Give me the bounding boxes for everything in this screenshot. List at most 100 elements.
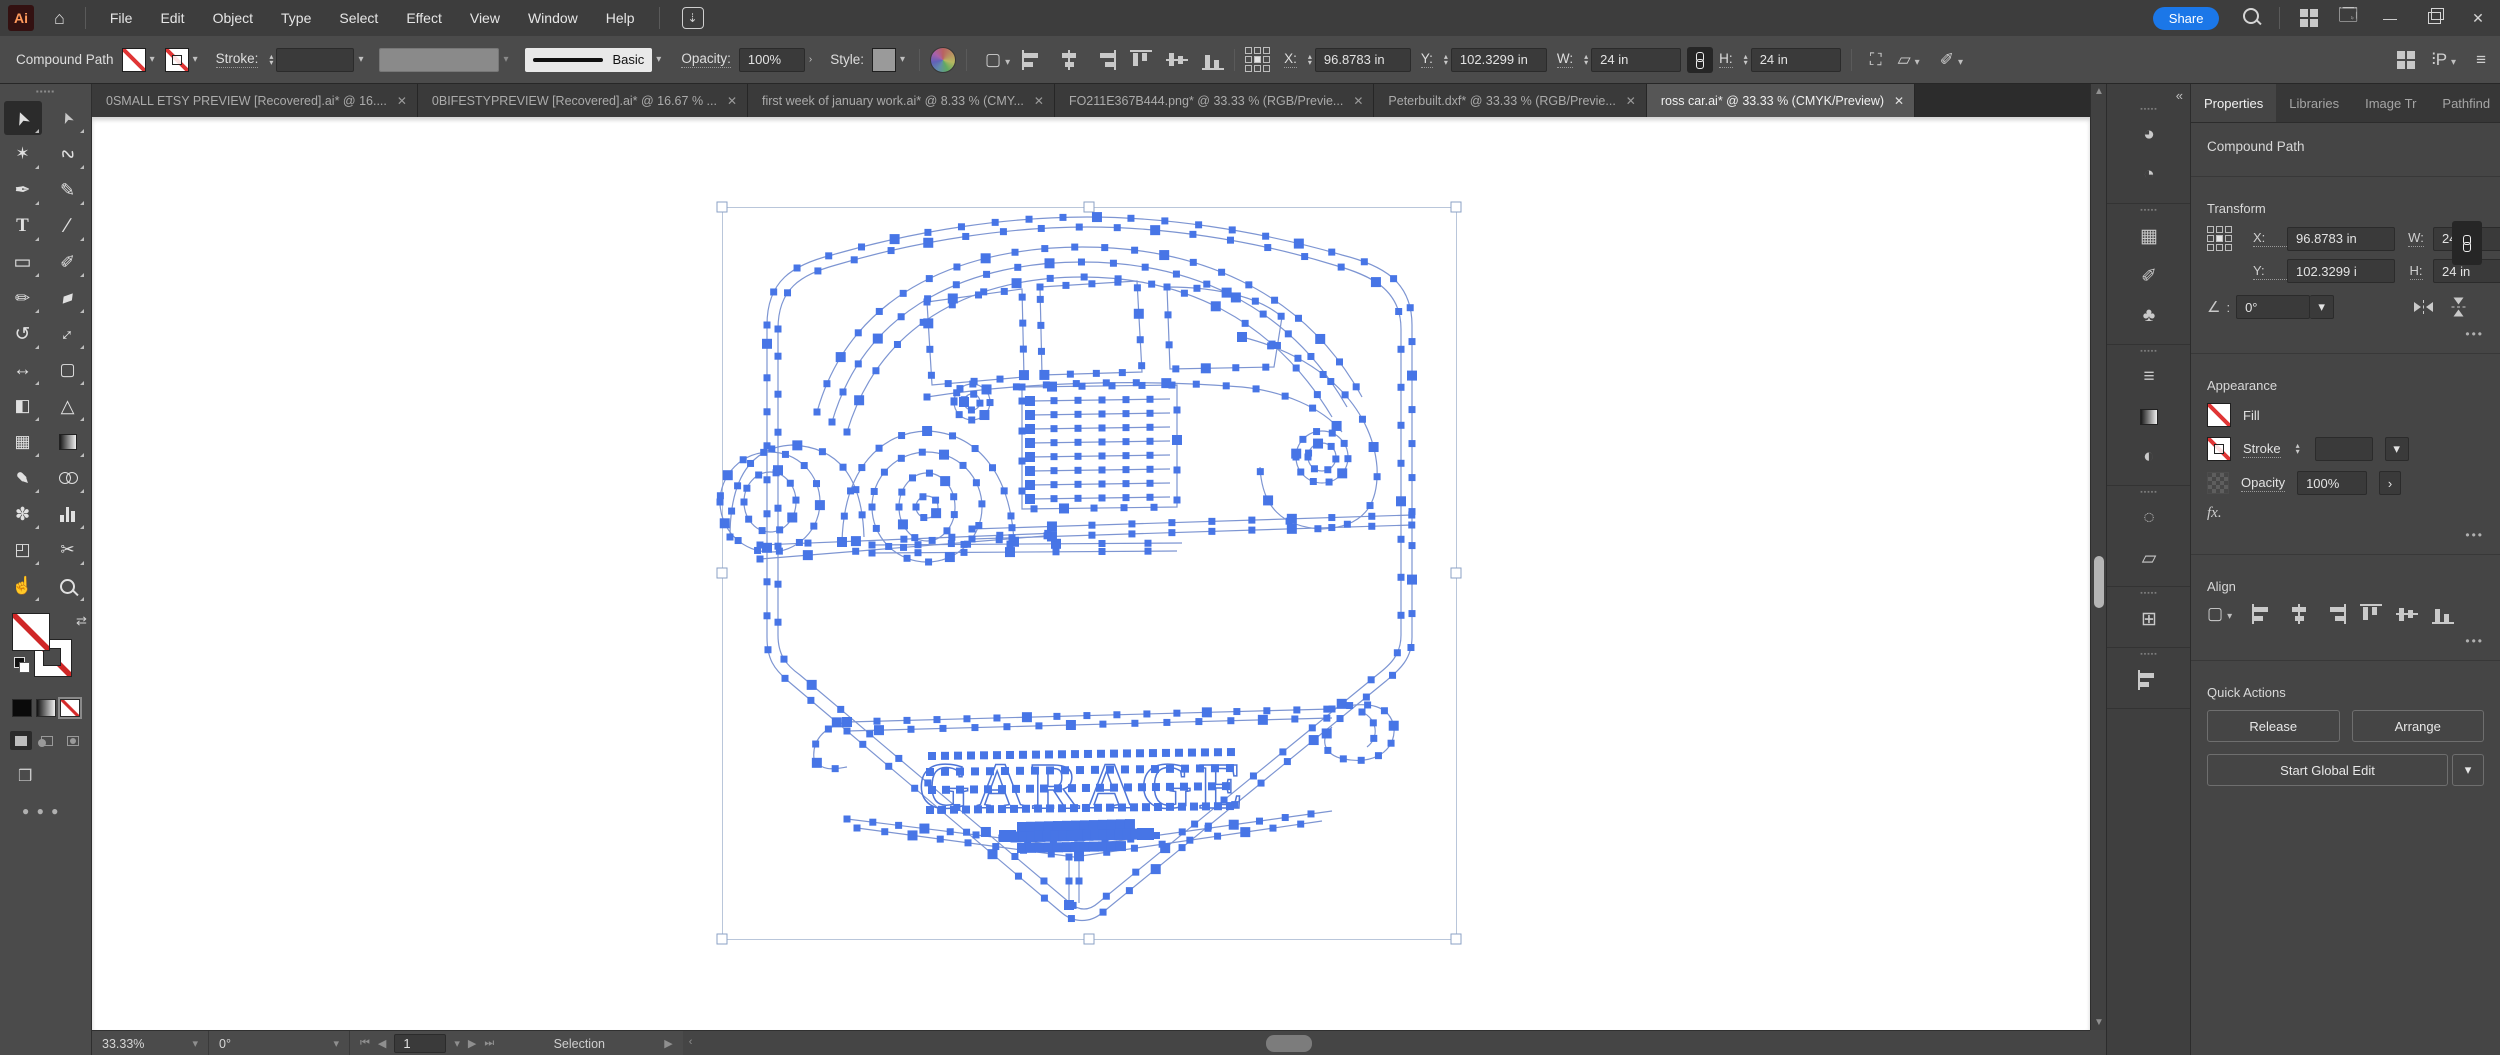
minimize-button[interactable]: —	[2368, 0, 2412, 36]
close-button[interactable]: ✕	[2456, 0, 2500, 36]
width-tool[interactable]: ↔	[4, 353, 42, 387]
horizontal-scroll-thumb[interactable]	[1265, 1035, 1312, 1052]
graphic-style-swatch[interactable]	[871, 47, 896, 72]
x-stepper[interactable]: ▴ ▾	[1308, 52, 1312, 66]
reference-point-locator[interactable]	[1245, 47, 1271, 72]
none-button[interactable]	[58, 697, 82, 719]
menu-file[interactable]: File	[96, 0, 147, 36]
constrain-proportions-icon[interactable]	[1687, 46, 1714, 73]
y-stepper[interactable]: ▴ ▾	[1444, 52, 1448, 66]
symbols-panel-icon[interactable]: ♣	[2107, 296, 2191, 336]
rotate-tool[interactable]: ↺	[4, 317, 42, 351]
last-artboard-icon[interactable]: ⏭	[484, 1037, 494, 1050]
color-guide-panel-icon[interactable]: ◔	[2107, 155, 2191, 195]
stroke-weight-field[interactable]	[2314, 437, 2373, 461]
fill-label[interactable]: Fill	[2243, 408, 2260, 423]
align-to-selection-icon[interactable]: ▢ ▾	[2207, 604, 2236, 624]
opacity-label[interactable]: Opacity:	[681, 51, 731, 68]
align-h-left-icon[interactable]	[2252, 604, 2274, 624]
eraser-tool[interactable]: ▰	[49, 281, 87, 315]
draw-behind-button[interactable]	[36, 731, 58, 750]
transform-more-options[interactable]: •••	[2207, 327, 2484, 341]
rotate-field[interactable]: 0°	[2236, 295, 2311, 319]
y-field[interactable]: 102.3299 in	[1450, 47, 1547, 72]
magic-wand-tool[interactable]: ✶	[4, 137, 42, 171]
h-label[interactable]: H:	[2409, 263, 2423, 280]
artboard-canvas[interactable]: GARAGE	[92, 117, 2090, 1030]
arrange-documents-icon[interactable]	[2290, 9, 2328, 27]
panel-tab-libraries[interactable]: Libraries	[2276, 84, 2352, 122]
h-field[interactable]: 24 in	[1750, 47, 1841, 72]
opacity-label[interactable]: Opacity	[2241, 475, 2286, 492]
stroke-weight-stepper[interactable]: ▴ ▾	[269, 52, 273, 66]
scroll-up-icon[interactable]: ▲	[2091, 86, 2107, 97]
document-tab-3[interactable]: first week of january work.ai* @ 8.33 % …	[748, 84, 1055, 117]
w-label[interactable]: W:	[1556, 51, 1574, 68]
rectangle-tool[interactable]: ▭	[4, 245, 42, 279]
h-label[interactable]: H:	[1719, 51, 1733, 68]
menu-select[interactable]: Select	[325, 0, 392, 36]
w-field[interactable]: 24 in	[1591, 47, 1682, 72]
paintbrush-tool[interactable]: ✐	[49, 245, 87, 279]
close-tab-icon[interactable]: ✕	[1626, 94, 1636, 108]
dock-group-grip[interactable]: ▪▪▪▪▪	[2107, 648, 2191, 660]
chevron-down-icon[interactable]: ▾	[189, 54, 202, 65]
type-tool[interactable]: T	[4, 209, 42, 243]
close-tab-icon[interactable]: ✕	[727, 94, 737, 108]
draw-inside-button[interactable]	[62, 731, 84, 750]
next-artboard-icon[interactable]: ▶	[468, 1037, 476, 1050]
dock-group-grip[interactable]: ▪▪▪▪▪	[2107, 103, 2191, 115]
reference-point-locator[interactable]	[2207, 226, 2253, 251]
chevron-down-icon[interactable]: ▾	[652, 54, 665, 65]
close-tab-icon[interactable]: ✕	[397, 94, 407, 108]
mesh-tool[interactable]: ▦	[4, 425, 42, 459]
align-h-center-icon[interactable]	[2288, 604, 2310, 624]
stroke-swatch[interactable]	[164, 47, 189, 72]
menu-help[interactable]: Help	[592, 0, 649, 36]
menu-type[interactable]: Type	[267, 0, 325, 36]
color-button[interactable]	[12, 699, 32, 717]
align-v-middle-icon[interactable]	[2396, 604, 2419, 624]
stroke-weight-field[interactable]	[276, 47, 355, 72]
menu-window[interactable]: Window	[514, 0, 592, 36]
align-v-top-icon[interactable]	[2360, 604, 2383, 624]
start-global-edit-button[interactable]: Start Global Edit	[2207, 754, 2448, 786]
graph-tool[interactable]	[49, 497, 87, 531]
transform-panel-icon[interactable]: ⊞	[2107, 599, 2191, 639]
close-tab-icon[interactable]: ✕	[1353, 94, 1363, 108]
w-stepper[interactable]: ▴ ▾	[1584, 52, 1588, 66]
free-transform-tool[interactable]: ▢	[49, 353, 87, 387]
share-button[interactable]: Share	[2152, 6, 2220, 30]
transform-icon[interactable]: ⛶	[1870, 50, 1882, 70]
symbol-sprayer-tool[interactable]: ✽	[4, 497, 42, 531]
x-field[interactable]: 96.8783 in	[1314, 47, 1411, 72]
constrain-proportions-icon[interactable]	[2452, 221, 2482, 265]
slice-tool[interactable]: ✂	[49, 533, 87, 567]
menu-effect[interactable]: Effect	[392, 0, 456, 36]
align-h-center-icon[interactable]	[1058, 49, 1080, 70]
document-tab-1[interactable]: 0SMALL ETSY PREVIEW [Recovered].ai* @ 16…	[92, 84, 418, 117]
rotation-dropdown[interactable]: 0° ▾	[209, 1031, 350, 1055]
document-tab-6[interactable]: ross car.ai* @ 33.33 % (CMYK/Preview) ✕	[1646, 84, 1916, 117]
home-icon[interactable]: ⌂	[44, 8, 75, 29]
blend-tool[interactable]	[49, 461, 87, 495]
y-field[interactable]: 102.3299 i	[2287, 259, 2395, 283]
transparency-panel-icon[interactable]: ◐	[2107, 437, 2191, 477]
screen-mode-icon[interactable]: ❒	[18, 766, 91, 786]
flip-vertical-icon[interactable]	[2451, 297, 2466, 317]
layers-panel-icon[interactable]: ▱	[2107, 538, 2191, 578]
draw-normal-button[interactable]	[10, 731, 32, 750]
x-field[interactable]: 96.8783 in	[2287, 226, 2395, 251]
release-button[interactable]: Release	[2207, 710, 2340, 742]
y-label[interactable]: Y:	[2253, 263, 2287, 280]
stroke-label[interactable]: Stroke	[2243, 441, 2281, 458]
isolate-icon[interactable]: ✐ ▾	[1940, 50, 1967, 70]
flip-horizontal-icon[interactable]	[2414, 300, 2433, 314]
panel-tab-image-tr[interactable]: Image Tr	[2352, 84, 2429, 122]
align-more-options[interactable]: •••	[2207, 634, 2484, 648]
panel-tab-properties[interactable]: Properties	[2191, 84, 2277, 122]
shear-icon[interactable]: ▱ ▾	[1898, 50, 1924, 70]
arrange-button[interactable]: Arrange	[2351, 710, 2484, 742]
workspace-icon[interactable]: ⫶P ▾	[2431, 50, 2460, 70]
default-fill-stroke-icon[interactable]	[14, 657, 30, 673]
